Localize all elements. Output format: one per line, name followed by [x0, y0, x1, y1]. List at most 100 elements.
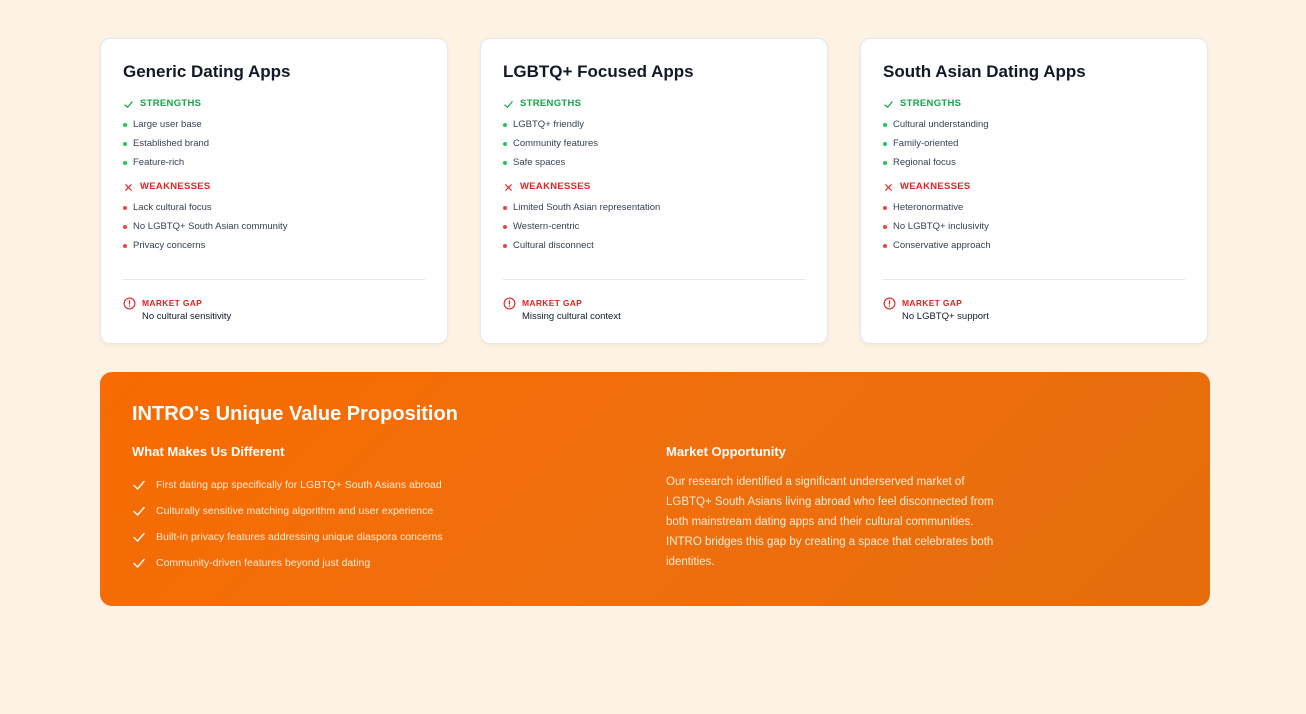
list-item: Conservative approach: [883, 236, 1185, 255]
weaknesses-heading: WEAKNESSES: [883, 180, 1185, 194]
bullet-dot: [883, 160, 887, 165]
card-generic-dating-apps: Generic Dating Apps STRENGTHS Large user…: [100, 38, 448, 344]
list-item: Limited South Asian representation: [503, 198, 805, 217]
list-item: Built-in privacy features addressing uni…: [132, 524, 666, 550]
bullet-dot: [123, 160, 127, 165]
bullet-dot: [883, 205, 887, 210]
list-item: Community features: [503, 134, 805, 153]
weaknesses-heading: WEAKNESSES: [503, 180, 805, 194]
strength-text: Large user base: [133, 119, 202, 130]
strength-text: Family-oriented: [893, 138, 959, 149]
divider: [503, 279, 805, 280]
weaknesses-block: WEAKNESSES Heteronormative No LGBTQ+ inc…: [883, 180, 1185, 255]
market-gap: MARKET GAP No LGBTQ+ support: [883, 297, 989, 325]
value-proposition-panel: INTRO's Unique Value Proposition What Ma…: [100, 372, 1210, 606]
market-gap-text: No cultural sensitivity: [142, 311, 232, 322]
bullet-dot: [503, 122, 507, 127]
weaknesses-block: WEAKNESSES Limited South Asian represent…: [503, 180, 805, 255]
check-icon: [133, 480, 145, 490]
strengths-list: Cultural understanding Family-oriented R…: [883, 115, 1185, 172]
list-item: LGBTQ+ friendly: [503, 115, 805, 134]
check-icon: [133, 506, 145, 516]
weakness-text: Western-centric: [513, 221, 580, 232]
strengths-heading: STRENGTHS: [123, 97, 425, 111]
check-icon: [133, 558, 145, 568]
list-item: Safe spaces: [503, 153, 805, 172]
strengths-heading: STRENGTHS: [883, 97, 1185, 111]
weaknesses-label: WEAKNESSES: [140, 181, 211, 192]
strengths-label: STRENGTHS: [140, 98, 202, 109]
strengths-list: Large user base Established brand Featur…: [123, 115, 425, 172]
bullet-dot: [883, 141, 887, 146]
bullet-dot: [883, 243, 887, 248]
bullet-dot: [123, 205, 127, 210]
card-title: LGBTQ+ Focused Apps: [503, 62, 694, 81]
list-item: Established brand: [123, 134, 425, 153]
strengths-list: LGBTQ+ friendly Community features Safe …: [503, 115, 805, 172]
list-item: Privacy concerns: [123, 236, 425, 255]
list-item: Family-oriented: [883, 134, 1185, 153]
strength-text: Safe spaces: [513, 157, 566, 168]
weakness-text: No LGBTQ+ South Asian community: [133, 221, 288, 232]
weakness-text: Lack cultural focus: [133, 202, 212, 213]
value-proposition-title: INTRO's Unique Value Proposition: [132, 403, 458, 425]
different-item-text: First dating app specifically for LGBTQ+…: [156, 479, 442, 491]
weaknesses-block: WEAKNESSES Lack cultural focus No LGBTQ+…: [123, 180, 425, 255]
list-item: No LGBTQ+ inclusivity: [883, 217, 1185, 236]
market-gap-label: MARKET GAP: [522, 298, 583, 308]
weaknesses-list: Limited South Asian representation Weste…: [503, 198, 805, 255]
x-icon: [125, 183, 132, 191]
list-item: Culturally sensitive matching algorithm …: [132, 498, 666, 524]
strength-text: LGBTQ+ friendly: [513, 119, 585, 130]
opportunity-heading: Market Opportunity: [666, 444, 786, 459]
different-heading: What Makes Us Different: [132, 444, 285, 459]
different-item-text: Culturally sensitive matching algorithm …: [156, 505, 434, 517]
different-item-text: Built-in privacy features addressing uni…: [156, 531, 443, 543]
list-item: Regional focus: [883, 153, 1185, 172]
different-item-text: Community-driven features beyond just da…: [156, 557, 371, 569]
bullet-dot: [503, 205, 507, 210]
list-item: First dating app specifically for LGBTQ+…: [132, 472, 666, 498]
strength-text: Regional focus: [893, 157, 956, 168]
list-item: Feature-rich: [123, 153, 425, 172]
bullet-dot: [123, 224, 127, 229]
list-item: Cultural disconnect: [503, 236, 805, 255]
list-item: Community-driven features beyond just da…: [132, 550, 666, 576]
list-item: Cultural understanding: [883, 115, 1185, 134]
x-icon: [885, 183, 892, 191]
bullet-dot: [123, 243, 127, 248]
check-icon: [504, 100, 513, 108]
card-title: South Asian Dating Apps: [883, 62, 1086, 81]
list-item: Western-centric: [503, 217, 805, 236]
divider: [123, 279, 425, 280]
card-title: Generic Dating Apps: [123, 62, 291, 81]
x-icon: [505, 183, 512, 191]
check-icon: [133, 532, 145, 542]
market-gap-text: No LGBTQ+ support: [902, 311, 989, 322]
weakness-text: Limited South Asian representation: [513, 202, 661, 213]
market-gap-label: MARKET GAP: [902, 298, 963, 308]
market-gap: MARKET GAP Missing cultural context: [503, 297, 621, 325]
bullet-dot: [123, 141, 127, 146]
weaknesses-list: Heteronormative No LGBTQ+ inclusivity Co…: [883, 198, 1185, 255]
alert-circle-icon: [883, 297, 896, 310]
bullet-dot: [503, 224, 507, 229]
bullet-dot: [123, 122, 127, 127]
bullet-dot: [883, 122, 887, 127]
bullet-dot: [503, 141, 507, 146]
weaknesses-list: Lack cultural focus No LGBTQ+ South Asia…: [123, 198, 425, 255]
strength-text: Feature-rich: [133, 157, 185, 168]
card-south-asian-dating-apps: South Asian Dating Apps STRENGTHS Cultur…: [860, 38, 1208, 344]
card-lgbtq-focused-apps: LGBTQ+ Focused Apps STRENGTHS LGBTQ+ fri…: [480, 38, 828, 344]
bullet-dot: [883, 224, 887, 229]
weaknesses-label: WEAKNESSES: [520, 181, 591, 192]
strength-text: Cultural understanding: [893, 119, 989, 130]
market-gap-text: Missing cultural context: [522, 311, 621, 322]
divider: [883, 279, 1185, 280]
value-proposition-columns: What Makes Us Different First dating app…: [132, 444, 1178, 576]
list-item: No LGBTQ+ South Asian community: [123, 217, 425, 236]
different-column: What Makes Us Different First dating app…: [132, 444, 666, 576]
weakness-text: Privacy concerns: [133, 240, 206, 251]
comparison-cards: Generic Dating Apps STRENGTHS Large user…: [100, 38, 1208, 344]
different-list: First dating app specifically for LGBTQ+…: [132, 472, 666, 576]
